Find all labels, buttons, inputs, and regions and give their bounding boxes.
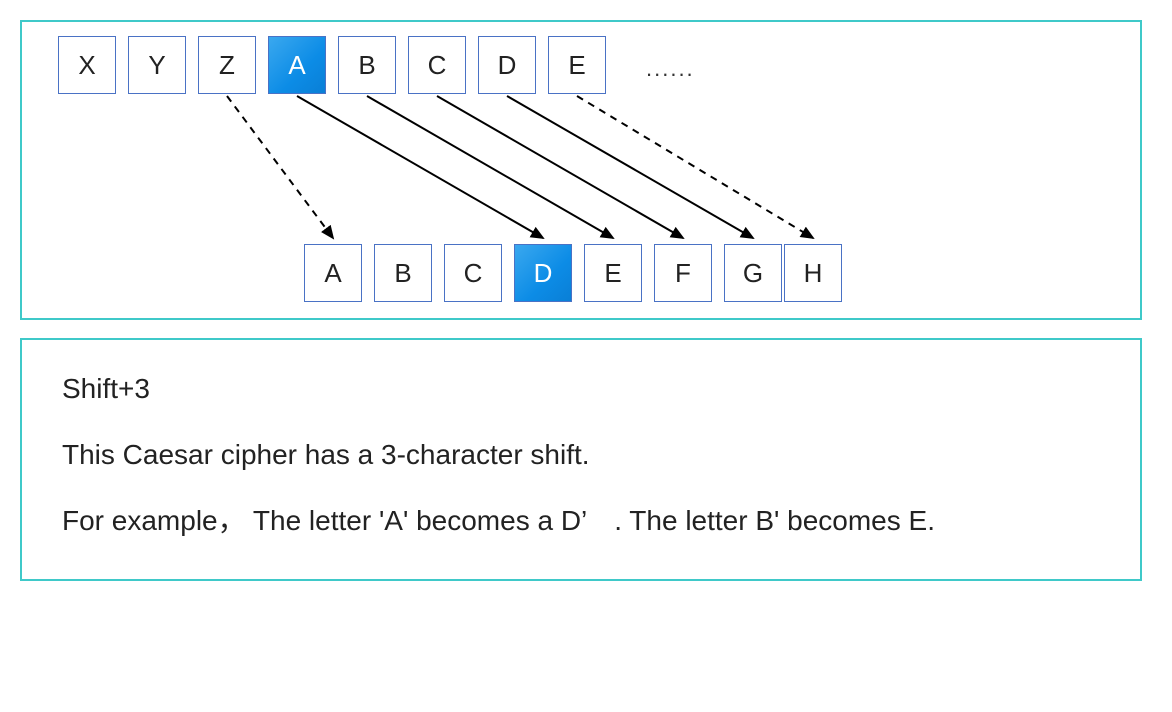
cipher-explain-2: For example， The letter 'A' becomes a D’…	[62, 502, 1100, 540]
cipher-explain-1: This Caesar cipher has a 3-character shi…	[62, 436, 1100, 474]
arrow-solid	[437, 96, 683, 238]
bottom-cell-E: E	[584, 244, 642, 302]
description-panel: Shift+3 This Caesar cipher has a 3-chara…	[20, 338, 1142, 581]
top-cell-B: B	[338, 36, 396, 94]
ellipsis-text: ......	[646, 56, 695, 82]
bottom-cell-D: D	[514, 244, 572, 302]
bottom-cell-B: B	[374, 244, 432, 302]
bottom-cell-H: H	[784, 244, 842, 302]
arrow-dashed	[227, 96, 333, 238]
top-cell-Z: Z	[198, 36, 256, 94]
arrow-solid	[367, 96, 613, 238]
bottom-cell-A: A	[304, 244, 362, 302]
shift-label: Shift+3	[62, 370, 1100, 408]
top-cell-X: X	[58, 36, 116, 94]
bottom-cell-G: G	[724, 244, 782, 302]
arrow-dashed	[577, 96, 813, 238]
top-cell-E: E	[548, 36, 606, 94]
top-cell-C: C	[408, 36, 466, 94]
arrow-solid	[297, 96, 543, 238]
bottom-cell-F: F	[654, 244, 712, 302]
arrow-solid	[507, 96, 753, 238]
top-cell-Y: Y	[128, 36, 186, 94]
top-cell-D: D	[478, 36, 536, 94]
cipher-diagram-panel: ...... XYZABCDEABCDEFGH	[20, 20, 1142, 320]
bottom-cell-C: C	[444, 244, 502, 302]
top-cell-A: A	[268, 36, 326, 94]
